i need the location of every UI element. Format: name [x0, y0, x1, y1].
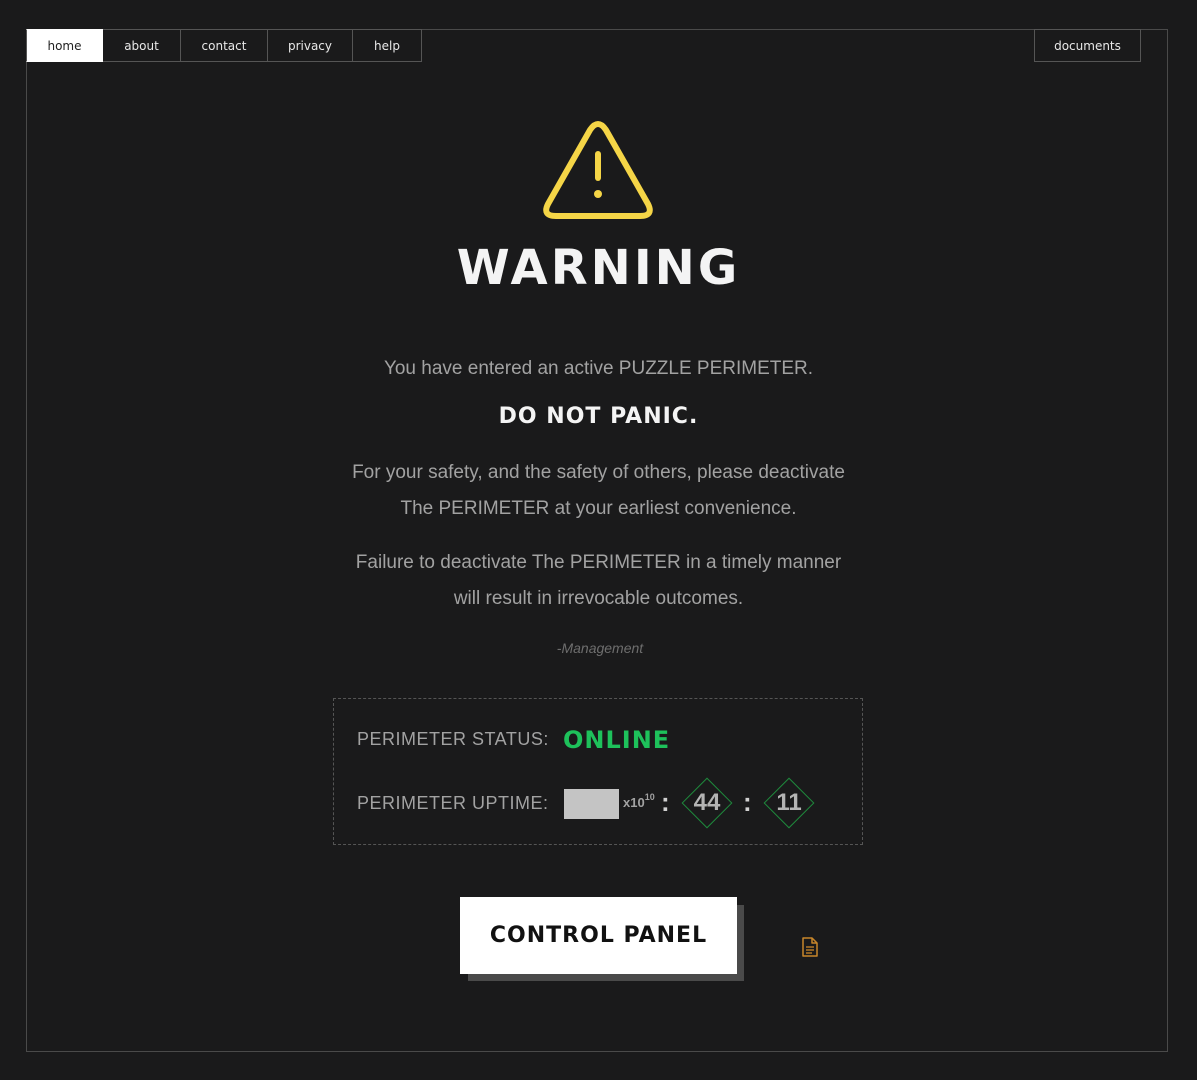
uptime-seconds: 11 [763, 777, 815, 829]
document-icon[interactable] [801, 937, 819, 957]
tab-about[interactable]: about [103, 29, 181, 62]
warning-triangle-icon [543, 121, 653, 219]
failure-text-line2: will result in irrevocable outcomes. [453, 588, 744, 609]
tab-privacy[interactable]: privacy [268, 29, 353, 62]
uptime-separator: : [661, 787, 670, 817]
status-label: PERIMETER STATUS: [357, 729, 549, 749]
tab-contact[interactable]: contact [181, 29, 268, 62]
safety-text-line2: The PERIMETER at your earliest convenien… [400, 498, 797, 519]
uptime-seconds-value: 11 [776, 789, 802, 816]
tab-documents[interactable]: documents [1034, 29, 1141, 62]
tab-home[interactable]: home [26, 29, 103, 62]
top-nav: home about contact privacy help [26, 29, 422, 62]
safety-text-line1: For your safety, and the safety of other… [352, 462, 845, 483]
uptime-redacted-value [564, 789, 619, 819]
uptime-separator: : [743, 787, 752, 817]
intro-text: You have entered an active PUZZLE PERIME… [383, 358, 814, 379]
failure-text-line1: Failure to deactivate The PERIMETER in a… [355, 552, 842, 573]
uptime-minutes: 44 [681, 777, 733, 829]
uptime-minutes-value: 44 [693, 789, 721, 816]
uptime-exponent: 10 [644, 792, 655, 802]
uptime-multiplier: x1010 [623, 792, 655, 810]
status-value: ONLINE [563, 726, 671, 754]
tab-help[interactable]: help [353, 29, 422, 62]
panic-text: DO NOT PANIC. [498, 404, 699, 429]
control-panel-button[interactable]: CONTROL PANEL [460, 897, 737, 974]
page-title: WARNING [456, 240, 741, 296]
signature: -Management [556, 640, 644, 656]
uptime-label: PERIMETER UPTIME: [357, 793, 549, 813]
